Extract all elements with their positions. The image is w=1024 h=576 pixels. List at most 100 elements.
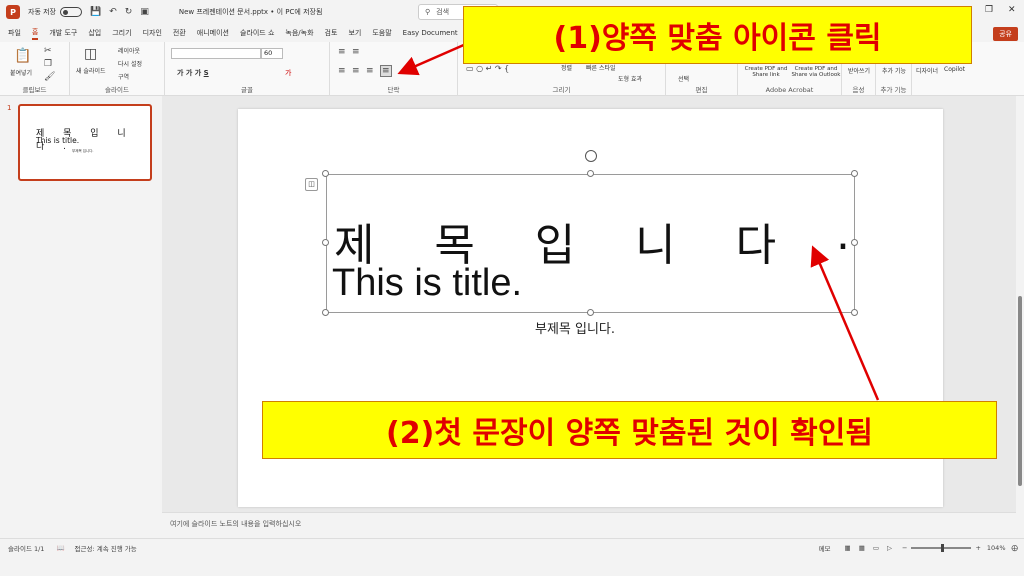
slides-group-name: 슬라이드 bbox=[105, 86, 129, 94]
clipboard-group: 📋 붙여넣기 ✂ ❐ 🖌 클립보드 bbox=[0, 42, 70, 96]
tab-home[interactable]: 홈 bbox=[31, 27, 39, 40]
thumbnail-subtitle: 부제목 입니다. bbox=[72, 149, 94, 153]
copilot-button[interactable]: Copilot bbox=[944, 66, 965, 73]
align-right-icon[interactable]: ≡ bbox=[366, 66, 374, 76]
notes-input[interactable]: 여기에 슬라이드 노트의 내용을 입력하십시오 bbox=[162, 512, 1018, 538]
accessibility-status[interactable]: 접근성: 계속 진행 가능 bbox=[75, 543, 137, 553]
format-painter-icon[interactable]: 🖌 bbox=[44, 72, 55, 82]
tab-developer[interactable]: 개발 도구 bbox=[49, 28, 77, 38]
tab-view[interactable]: 보기 bbox=[348, 28, 361, 38]
reset-button[interactable]: 다시 설정 bbox=[118, 59, 142, 68]
redo-icon[interactable]: ↻ bbox=[125, 7, 133, 17]
align-center-icon[interactable]: ≡ bbox=[352, 66, 360, 76]
powerpoint-logo-icon: P bbox=[6, 5, 20, 19]
tab-help[interactable]: 도움말 bbox=[372, 28, 391, 38]
slide-thumbnail[interactable]: 제 목 입 니 다 . This is title. 부제목 입니다. bbox=[18, 104, 152, 181]
acrobat-group-name: Adobe Acrobat bbox=[765, 86, 814, 94]
create-pdf-outlook-button[interactable]: Create PDF and Share via Outlook bbox=[790, 66, 842, 78]
paragraph-group-name: 단락 bbox=[387, 86, 400, 94]
select-button[interactable]: 선택 bbox=[678, 74, 689, 83]
font-name-select[interactable] bbox=[171, 48, 261, 59]
addins-group-name: 추가 기능 bbox=[880, 86, 907, 94]
tab-insert[interactable]: 삽입 bbox=[88, 28, 101, 38]
slide-sorter-icon[interactable]: ▦ bbox=[859, 544, 865, 552]
layout-options-icon[interactable]: ◫ bbox=[305, 178, 318, 191]
resize-handle[interactable] bbox=[322, 239, 329, 246]
resize-handle[interactable] bbox=[322, 309, 329, 316]
drawing-group-name: 그리기 bbox=[552, 86, 571, 94]
restore-window-icon[interactable]: ❐ bbox=[985, 5, 993, 15]
tab-slideshow[interactable]: 슬라이드 쇼 bbox=[240, 28, 274, 38]
save-icon[interactable]: 💾 bbox=[90, 7, 101, 17]
share-button[interactable]: 공유 bbox=[993, 27, 1018, 41]
tab-review[interactable]: 검토 bbox=[325, 28, 338, 38]
title-char: . bbox=[835, 209, 850, 260]
layout-button[interactable]: 레이아웃 bbox=[118, 46, 140, 55]
resize-handle[interactable] bbox=[851, 309, 858, 316]
shapes-gallery-icon[interactable]: ▭ ○ ↵ ↷ { bbox=[466, 64, 509, 73]
tab-easy-document[interactable]: Easy Document bbox=[403, 29, 458, 37]
paste-icon[interactable]: 📋 bbox=[14, 48, 31, 64]
slide-title-line2[interactable]: This is title. bbox=[332, 262, 522, 305]
tab-transitions[interactable]: 전환 bbox=[173, 28, 186, 38]
arrange-button[interactable]: 정렬 bbox=[561, 63, 572, 72]
font-group: 60 가 가 가 S 가 글꼴 bbox=[165, 42, 330, 96]
bullets-icon[interactable]: ≡ bbox=[338, 47, 346, 57]
zoom-slider-thumb[interactable] bbox=[941, 543, 945, 552]
notes-button[interactable]: 메모 bbox=[819, 543, 831, 553]
search-placeholder: 검색 bbox=[436, 8, 450, 16]
tab-file[interactable]: 파일 bbox=[8, 28, 21, 38]
normal-view-icon[interactable]: ▦ bbox=[845, 544, 851, 552]
dictate-button[interactable]: 받아쓰기 bbox=[848, 66, 870, 75]
resize-handle[interactable] bbox=[851, 170, 858, 177]
callout-step1: (1)양쪽 맞춤 아이콘 클릭 bbox=[463, 6, 972, 64]
search-icon: ⚲ bbox=[425, 8, 431, 16]
resize-handle[interactable] bbox=[587, 309, 594, 316]
font-size-select[interactable]: 60 bbox=[261, 48, 283, 59]
start-from-beginning-icon[interactable]: ▣ bbox=[140, 7, 149, 17]
tab-draw[interactable]: 그리기 bbox=[112, 28, 131, 38]
title-char: 입 bbox=[534, 220, 576, 271]
tab-design[interactable]: 디자인 bbox=[143, 28, 162, 38]
quick-styles-button[interactable]: 빠른 스타일 bbox=[586, 63, 616, 72]
new-slide-label[interactable]: 새 슬라이드 bbox=[76, 66, 106, 75]
zoom-slider[interactable] bbox=[911, 543, 972, 552]
resize-handle[interactable] bbox=[322, 170, 329, 177]
title-char: 다 bbox=[735, 220, 777, 271]
slideshow-icon[interactable]: ▷ bbox=[887, 544, 892, 552]
tab-animations[interactable]: 애니메이션 bbox=[197, 28, 229, 38]
zoom-in-icon[interactable]: + bbox=[975, 544, 980, 552]
numbering-icon[interactable]: ≡ bbox=[352, 47, 360, 57]
fit-to-window-icon[interactable]: ⨁ bbox=[1012, 544, 1019, 552]
callout-step2: (2)첫 문장이 양쪽 맞춤된 것이 확인됨 bbox=[262, 401, 997, 459]
slides-group: ◫ 새 슬라이드 레이아웃 다시 설정 구역 슬라이드 bbox=[70, 42, 165, 96]
addins-button[interactable]: 추가 기능 bbox=[882, 66, 906, 75]
thumbnail-title-line2: This is title. bbox=[36, 136, 80, 145]
designer-button[interactable]: 디자이너 bbox=[916, 66, 938, 75]
zoom-level[interactable]: 104% bbox=[987, 544, 1006, 552]
justify-align-icon[interactable]: ≡ bbox=[380, 65, 392, 77]
resize-handle[interactable] bbox=[851, 239, 858, 246]
scrollbar-thumb[interactable] bbox=[1018, 296, 1022, 486]
resize-handle[interactable] bbox=[587, 170, 594, 177]
shape-effects-button[interactable]: 도형 효과 bbox=[618, 74, 642, 83]
rotate-handle-icon[interactable] bbox=[585, 150, 597, 162]
undo-icon[interactable]: ↶ bbox=[109, 7, 117, 17]
tab-record[interactable]: 녹음/녹화 bbox=[285, 28, 313, 38]
create-pdf-link-button[interactable]: Create PDF and Share link bbox=[742, 66, 790, 78]
bold-icon[interactable]: 가 가 가 S bbox=[177, 68, 209, 78]
align-left-icon[interactable]: ≡ bbox=[338, 66, 346, 76]
autosave-toggle[interactable] bbox=[60, 7, 82, 17]
close-window-icon[interactable]: ✕ bbox=[1008, 5, 1016, 15]
reading-view-icon[interactable]: ▭ bbox=[873, 544, 879, 552]
font-color-icon[interactable]: 가 bbox=[285, 68, 291, 78]
new-slide-icon[interactable]: ◫ bbox=[84, 46, 97, 62]
slide-subtitle[interactable]: 부제목 입니다. bbox=[535, 318, 615, 337]
spellcheck-icon[interactable]: 📖 bbox=[56, 544, 64, 552]
zoom-out-icon[interactable]: − bbox=[902, 544, 907, 552]
copy-icon[interactable]: ❐ bbox=[44, 59, 52, 69]
bottom-area bbox=[0, 556, 1024, 576]
section-button[interactable]: 구역 bbox=[118, 72, 129, 81]
status-bar: 슬라이드 1/1 📖 접근성: 계속 진행 가능 메모 ▦ ▦ ▭ ▷ − + … bbox=[0, 538, 1024, 556]
cut-icon[interactable]: ✂ bbox=[44, 46, 52, 56]
